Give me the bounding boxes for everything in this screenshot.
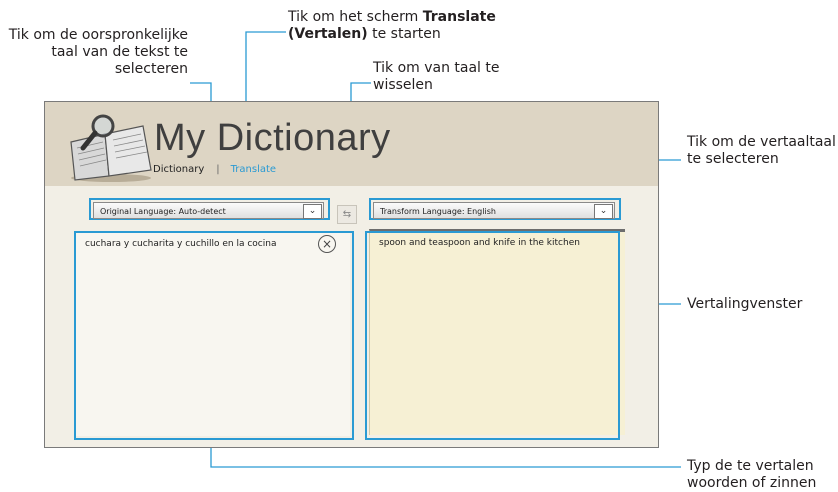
callout-input: Typ de te vertalen woorden of zinnen [687,458,817,491]
original-language-value: Original Language: Auto-detect [100,207,226,216]
app-nav: Dictionary | Translate [153,164,276,175]
callout-translation-window: Vertalingvenster [687,296,803,312]
transform-language-value: Transform Language: English [380,207,496,216]
callout-swap: Tik om van taal te wisselen [373,60,500,93]
callout-source-language: Tik om de oorspronkelijke taal van de te… [8,27,188,77]
original-language-dropdown[interactable]: Original Language: Auto-detect ⌄ [93,202,324,219]
transform-language-dropdown[interactable]: Transform Language: English ⌄ [373,202,615,219]
swap-language-button[interactable]: ⇆ [337,205,357,224]
nav-dictionary[interactable]: Dictionary [153,164,204,175]
clear-icon[interactable]: × [318,235,336,253]
nav-separator: | [216,164,220,175]
nav-translate[interactable]: Translate [231,164,276,175]
app-header: My Dictionary Dictionary | Translate [45,102,658,186]
chevron-down-icon: ⌄ [594,204,613,219]
source-input-highlight [74,231,354,440]
translation-window-highlight [365,231,620,440]
swap-arrows-icon: ⇆ [342,209,352,220]
chevron-down-icon: ⌄ [303,204,322,219]
app-screen: My Dictionary Dictionary | Translate Origi… [44,101,659,448]
app-title: My Dictionary [154,117,391,159]
callout-target-language: Tik om de vertaaltaal te selecteren [687,134,836,167]
callout-translate-screen: Tik om het scherm Translate (Vertalen) t… [288,9,496,42]
dictionary-book-icon [70,114,152,182]
